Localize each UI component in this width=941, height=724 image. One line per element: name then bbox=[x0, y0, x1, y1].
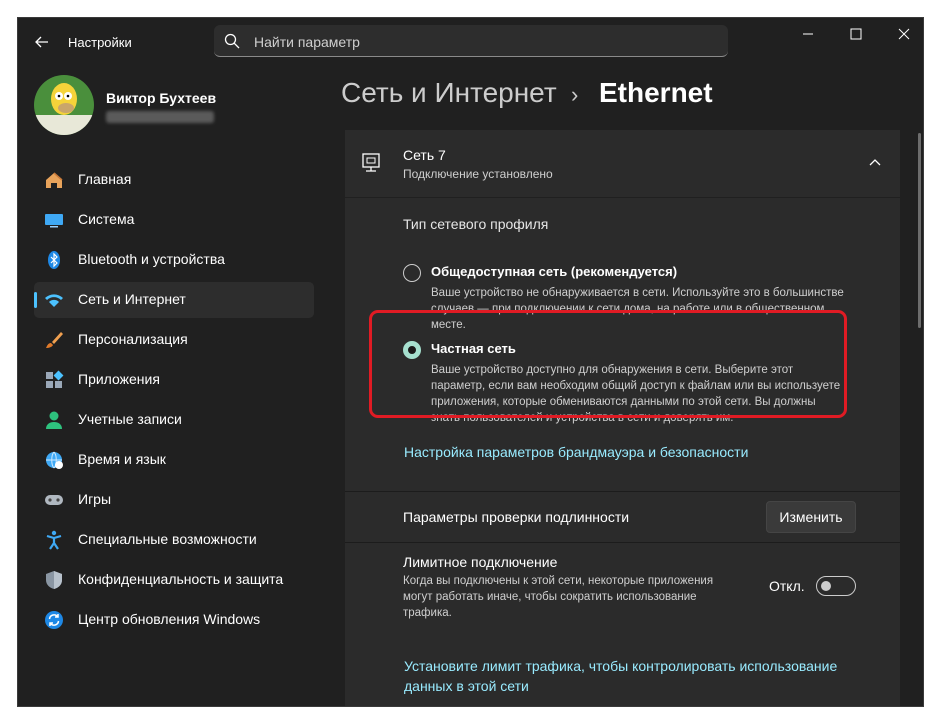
back-arrow-icon[interactable] bbox=[32, 32, 52, 52]
active-indicator bbox=[34, 292, 37, 308]
maximize-icon bbox=[850, 28, 862, 40]
private-network-label: Частная сеть bbox=[431, 341, 516, 356]
network-profile-panel: Тип сетевого профиля Общедоступная сеть … bbox=[345, 198, 900, 491]
sidebar-item-apps[interactable]: Приложения bbox=[34, 362, 314, 398]
sidebar-item-label: Приложения bbox=[78, 371, 160, 387]
sidebar-item-label: Главная bbox=[78, 171, 132, 187]
auth-settings-row: Параметры проверки подлинности Изменить bbox=[345, 492, 900, 542]
sidebar-item-label: Время и язык bbox=[78, 451, 166, 467]
sidebar-item-gaming[interactable]: Игры bbox=[34, 482, 314, 518]
sidebar-item-network[interactable]: Сеть и Интернет bbox=[34, 282, 314, 318]
system-icon bbox=[44, 210, 64, 230]
gamepad-icon bbox=[44, 490, 64, 510]
sidebar-item-label: Сеть и Интернет bbox=[78, 291, 186, 307]
user-name: Виктор Бухтеев bbox=[106, 90, 217, 106]
page-title: Ethernet bbox=[599, 77, 713, 108]
minimize-icon bbox=[803, 33, 813, 35]
sidebar-item-label: Персонализация bbox=[78, 331, 188, 347]
sidebar-item-bluetooth[interactable]: Bluetooth и устройства bbox=[34, 242, 314, 278]
sidebar-item-label: Bluetooth и устройства bbox=[78, 251, 225, 267]
firewall-settings-link[interactable]: Настройка параметров брандмауэра и безоп… bbox=[404, 444, 748, 460]
maximize-button[interactable] bbox=[832, 18, 880, 50]
user-email-blurred bbox=[106, 111, 214, 123]
sidebar-item-label: Центр обновления Windows bbox=[78, 611, 261, 627]
minimize-button[interactable] bbox=[784, 18, 832, 50]
sidebar-item-time-language[interactable]: Время и язык bbox=[34, 442, 314, 478]
bluetooth-icon bbox=[44, 250, 64, 270]
close-icon bbox=[898, 28, 910, 40]
breadcrumb-separator: › bbox=[571, 82, 579, 107]
sidebar-item-label: Система bbox=[78, 211, 135, 227]
chevron-up-icon[interactable] bbox=[868, 155, 882, 174]
connection-status: Подключение установлено bbox=[403, 167, 553, 181]
sidebar-item-home[interactable]: Главная bbox=[34, 162, 314, 198]
sidebar-item-privacy[interactable]: Конфиденциальность и защита bbox=[34, 562, 314, 598]
time-language-icon bbox=[44, 450, 64, 470]
app-title: Настройки bbox=[68, 35, 132, 50]
home-icon bbox=[44, 170, 64, 190]
search-icon bbox=[224, 33, 240, 49]
breadcrumb-parent[interactable]: Сеть и Интернет bbox=[341, 77, 557, 109]
data-limit-link[interactable]: Установите лимит трафика, чтобы контроли… bbox=[404, 656, 837, 696]
avatar[interactable] bbox=[34, 75, 94, 135]
public-network-label: Общедоступная сеть (рекомендуется) bbox=[431, 264, 678, 279]
public-network-radio[interactable] bbox=[403, 264, 421, 282]
private-network-desc: Ваше устройство доступно для обнаружения… bbox=[431, 364, 841, 424]
auth-settings-label: Параметры проверки подлинности bbox=[403, 509, 630, 525]
private-network-radio[interactable] bbox=[403, 341, 421, 359]
sidebar-item-label: Учетные записи bbox=[78, 411, 182, 427]
ethernet-icon bbox=[361, 152, 383, 179]
metered-connection-label: Лимитное подключение bbox=[403, 554, 558, 570]
scrollbar[interactable] bbox=[918, 133, 921, 328]
sidebar-item-label: Специальные возможности bbox=[78, 531, 257, 547]
sidebar-item-accessibility[interactable]: Специальные возможности bbox=[34, 522, 314, 558]
metered-toggle-state: Откл. bbox=[769, 578, 805, 594]
account-icon bbox=[44, 410, 64, 430]
sidebar-item-personalization[interactable]: Персонализация bbox=[34, 322, 314, 358]
sidebar-item-label: Конфиденциальность и защита bbox=[78, 571, 284, 587]
sidebar-item-label: Игры bbox=[78, 491, 112, 507]
metered-connection-toggle[interactable] bbox=[816, 576, 856, 596]
search-placeholder: Найти параметр bbox=[254, 34, 360, 50]
sidebar-item-windows-update[interactable]: Центр обновления Windows bbox=[34, 602, 314, 638]
settings-window: Настройки Найти параметр Виктор Бухтеев bbox=[17, 17, 924, 707]
search-input[interactable]: Найти параметр bbox=[214, 25, 728, 57]
apps-icon bbox=[44, 370, 64, 390]
update-icon bbox=[44, 610, 64, 630]
public-network-desc: Ваше устройство не обнаруживается в сети… bbox=[431, 287, 844, 331]
shield-icon bbox=[44, 570, 64, 590]
toggle-knob bbox=[821, 581, 831, 591]
paintbrush-icon bbox=[44, 330, 64, 350]
network-expander-header[interactable]: Сеть 7 Подключение установлено bbox=[345, 130, 900, 197]
sidebar-item-system[interactable]: Система bbox=[34, 202, 314, 238]
sidebar-item-accounts[interactable]: Учетные записи bbox=[34, 402, 314, 438]
network-name: Сеть 7 bbox=[403, 147, 446, 163]
close-button[interactable] bbox=[880, 18, 923, 50]
network-wifi-icon bbox=[44, 290, 64, 310]
accessibility-icon bbox=[44, 530, 64, 550]
metered-connection-desc: Когда вы подключены к этой сети, некотор… bbox=[403, 575, 714, 619]
metered-connection-row: Лимитное подключение Когда вы подключены… bbox=[345, 543, 900, 706]
profile-type-heading: Тип сетевого профиля bbox=[403, 216, 549, 232]
change-auth-button[interactable]: Изменить bbox=[766, 501, 856, 533]
